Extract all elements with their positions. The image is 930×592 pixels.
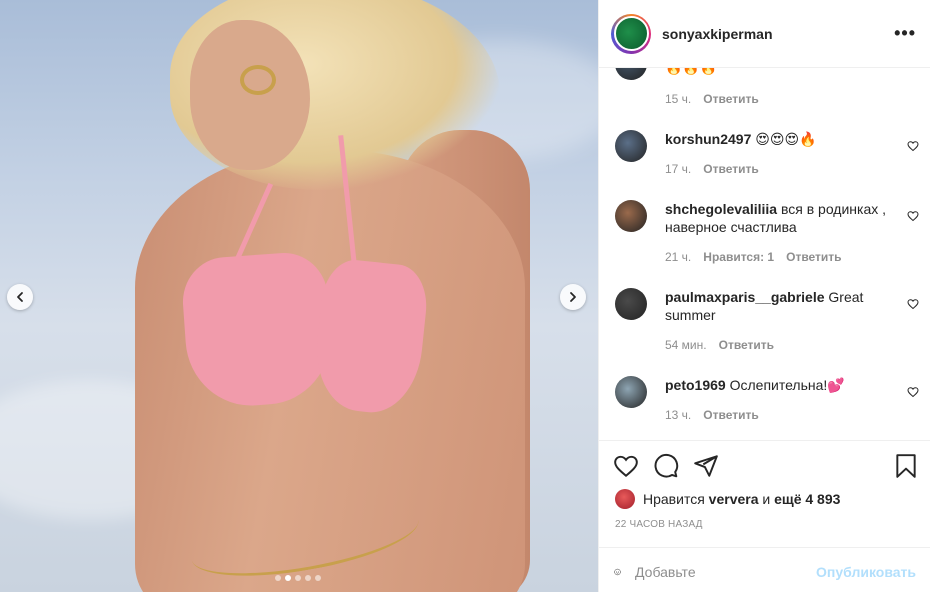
- comment-meta: 54 мин. Ответить: [665, 338, 774, 352]
- comment-text: korshun2497 😍😍😍🔥: [665, 130, 895, 148]
- comment-meta: 15 ч. Ответить: [665, 92, 759, 106]
- comment-time[interactable]: 17 ч.: [665, 162, 691, 176]
- comment-time[interactable]: 15 ч.: [665, 92, 691, 106]
- heart-icon[interactable]: [907, 210, 919, 222]
- chevron-right-icon: [570, 292, 576, 302]
- comment-avatar[interactable]: [615, 200, 647, 232]
- comment-meta: 17 ч. Ответить: [665, 162, 759, 176]
- carousel-next-button[interactable]: [560, 284, 586, 310]
- comment-time[interactable]: 13 ч.: [665, 408, 691, 422]
- reply-button[interactable]: Ответить: [786, 250, 841, 264]
- comment-avatar[interactable]: [615, 376, 647, 408]
- liker-avatar: [615, 489, 635, 509]
- emoji-icon[interactable]: [614, 559, 621, 585]
- comment-avatar[interactable]: [615, 68, 647, 80]
- comment-text: peto1969 Ослепительна!💕: [665, 376, 895, 394]
- comment-content: 🔥🔥🔥: [665, 68, 717, 75]
- carousel-indicator: [275, 575, 321, 581]
- post-photo[interactable]: [0, 0, 598, 592]
- photo-earring: [240, 65, 276, 95]
- comment-time[interactable]: 21 ч.: [665, 250, 691, 264]
- comment-username[interactable]: korshun2497: [665, 131, 751, 147]
- likes-joiner: и: [762, 491, 771, 507]
- post-modal: sonyaxkiperman ••• 🔥🔥🔥 15 ч. Ответить: [0, 0, 930, 592]
- comment-input[interactable]: [635, 563, 817, 580]
- post-header: sonyaxkiperman •••: [599, 0, 930, 68]
- post-side-panel: sonyaxkiperman ••• 🔥🔥🔥 15 ч. Ответить: [598, 0, 930, 592]
- comment-text: shchegolevaliliia вся в родинках , навер…: [665, 200, 895, 236]
- share-icon[interactable]: [693, 453, 719, 479]
- carousel-dot: [275, 575, 281, 581]
- comment-likes-count[interactable]: Нравится: 1: [703, 250, 774, 264]
- reply-button[interactable]: Ответить: [703, 162, 758, 176]
- reply-button[interactable]: Ответить: [703, 92, 758, 106]
- likes-prefix: Нравится: [643, 491, 705, 507]
- comment-username[interactable]: shchegolevaliliia: [665, 201, 777, 217]
- reply-button[interactable]: Ответить: [703, 408, 758, 422]
- heart-icon[interactable]: [907, 298, 919, 310]
- comment-username[interactable]: peto1969: [665, 377, 726, 393]
- comment-meta: 13 ч. Ответить: [665, 408, 759, 422]
- likes-count[interactable]: ещё 4 893: [774, 491, 840, 507]
- post-actions: Нравится ververa и ещё 4 893 22 ЧАСОВ НА…: [599, 440, 930, 592]
- comment-avatar[interactable]: [615, 288, 647, 320]
- comment-content: 😍😍😍🔥: [755, 131, 817, 147]
- comments-list[interactable]: 🔥🔥🔥 15 ч. Ответить korshun2497 😍😍😍🔥 17 ч…: [599, 68, 930, 440]
- bookmark-icon[interactable]: [893, 453, 919, 479]
- author-avatar-image: [613, 16, 649, 51]
- comment-text: paulmaxparis__gabriele Great summer: [665, 288, 895, 324]
- comment-icon[interactable]: [653, 453, 679, 479]
- comment-content: Ослепительна!💕: [729, 377, 845, 393]
- author-username[interactable]: sonyaxkiperman: [662, 26, 894, 42]
- post-timestamp[interactable]: 22 ЧАСОВ НАЗАД: [615, 519, 703, 530]
- likes-summary[interactable]: Нравится ververa и ещё 4 893: [615, 489, 840, 509]
- comment-username[interactable]: paulmaxparis__gabriele: [665, 289, 825, 305]
- comment-meta: 21 ч. Нравится: 1 Ответить: [665, 250, 842, 264]
- more-options-icon[interactable]: •••: [894, 23, 916, 44]
- carousel-prev-button[interactable]: [7, 284, 33, 310]
- liker-username[interactable]: ververa: [709, 491, 759, 507]
- carousel-dot: [305, 575, 311, 581]
- heart-icon[interactable]: [907, 140, 919, 152]
- comment-avatar[interactable]: [615, 130, 647, 162]
- carousel-dot: [295, 575, 301, 581]
- like-icon[interactable]: [613, 453, 639, 479]
- comment-composer: Опубликовать: [599, 547, 930, 592]
- carousel-dot: [315, 575, 321, 581]
- heart-icon[interactable]: [907, 386, 919, 398]
- chevron-left-icon: [17, 292, 23, 302]
- comment-text: 🔥🔥🔥: [665, 68, 895, 76]
- carousel-dot: [285, 575, 291, 581]
- comment-time[interactable]: 54 мин.: [665, 338, 707, 352]
- author-avatar[interactable]: [611, 13, 651, 54]
- publish-button[interactable]: Опубликовать: [816, 564, 916, 580]
- reply-button[interactable]: Ответить: [719, 338, 774, 352]
